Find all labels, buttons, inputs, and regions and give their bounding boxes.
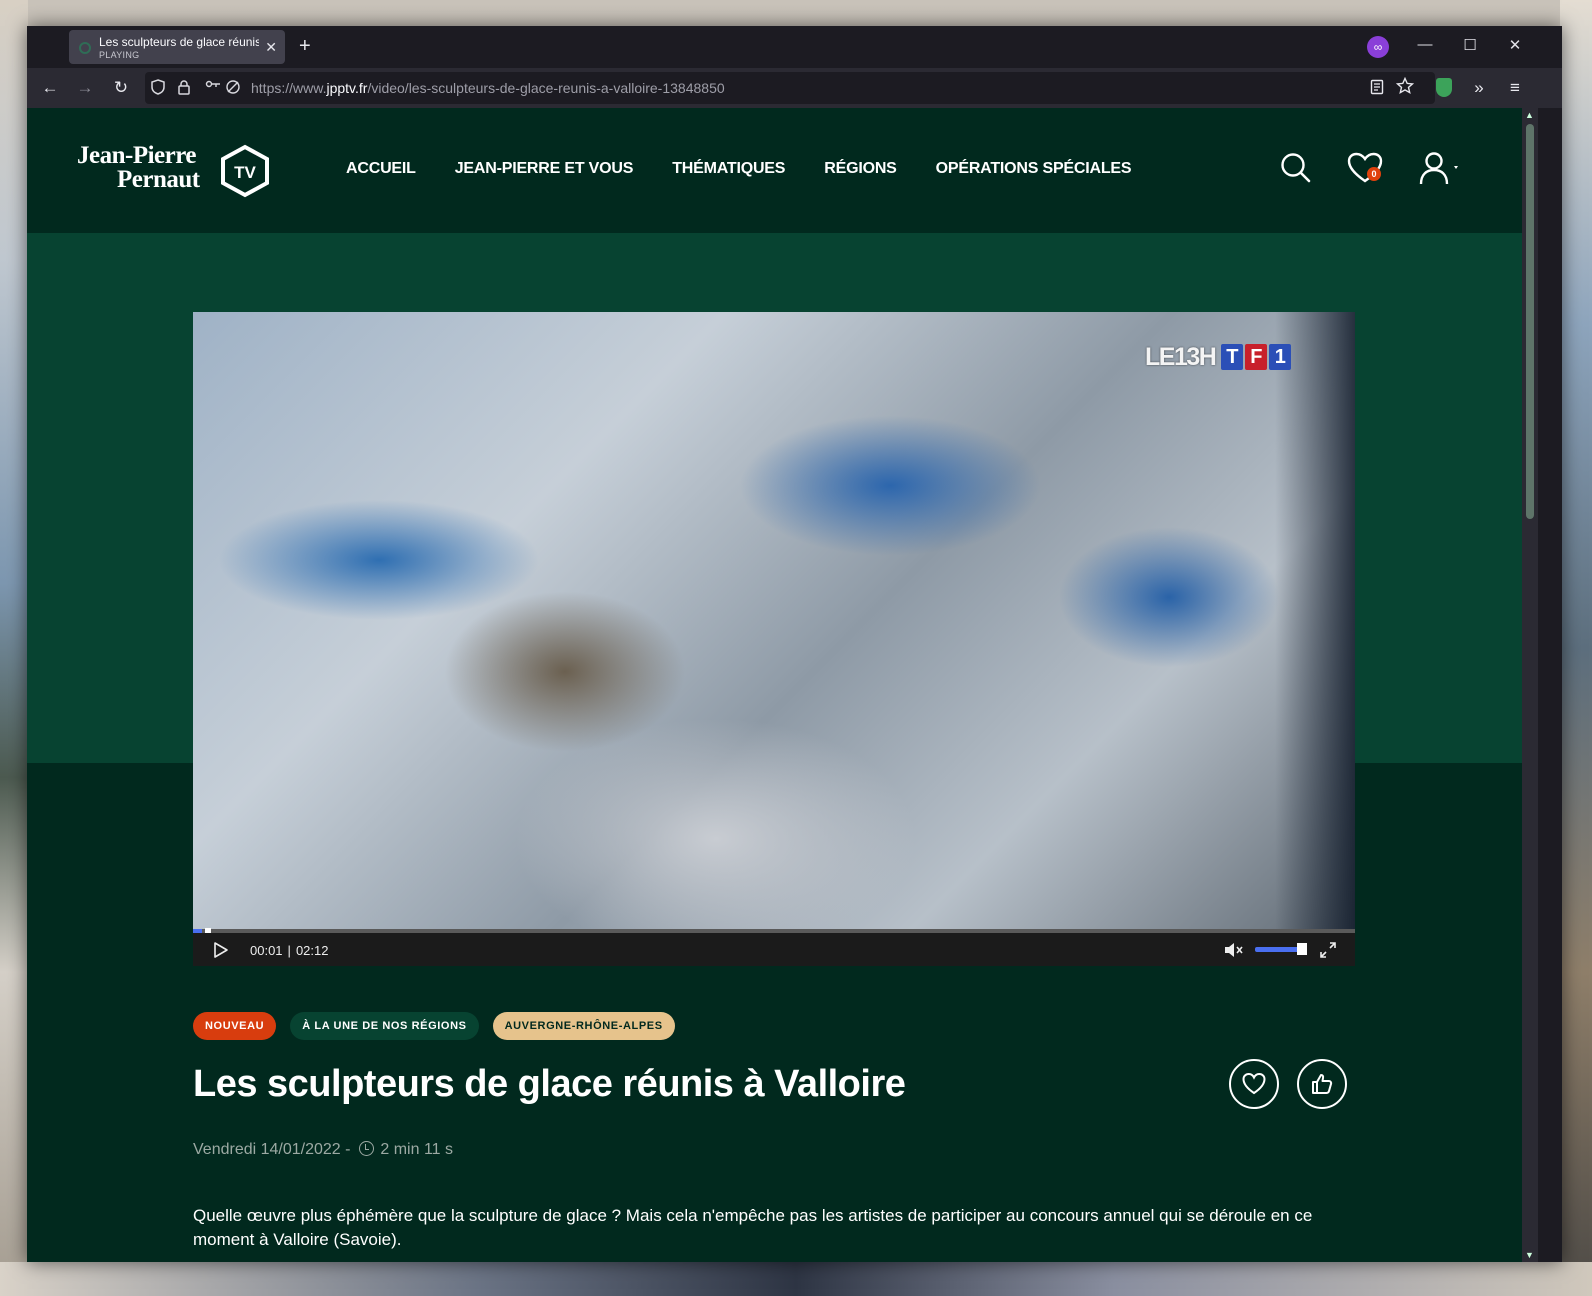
shield-extension-icon[interactable] [1436, 78, 1452, 97]
forward-button[interactable]: → [74, 78, 96, 98]
nav-jean-pierre-et-vous[interactable]: JEAN-PIERRE ET VOUS [455, 160, 634, 178]
tf1-logo: T F 1 [1221, 344, 1292, 370]
tab-close-icon[interactable]: ✕ [265, 39, 277, 56]
tab-playing-label: PLAYING [99, 50, 140, 60]
scrollbar-thumb[interactable] [1526, 124, 1534, 519]
favorites-count-badge: 0 [1367, 167, 1381, 181]
tv-hexagon-icon: TV [221, 144, 269, 198]
broadcaster-logo: LE13H T F 1 [1145, 340, 1292, 374]
volume-handle[interactable] [1296, 943, 1307, 955]
nav-regions[interactable]: RÉGIONS [824, 160, 897, 178]
clock-icon [358, 1141, 374, 1156]
article-title: Les sculpteurs de glace réunis à Valloir… [193, 1063, 906, 1105]
like-button[interactable] [1297, 1059, 1347, 1109]
desktop-background-right [1560, 0, 1592, 1296]
scroll-down-icon[interactable]: ▼ [1525, 1250, 1534, 1260]
hamburger-menu-icon[interactable]: ≡ [1504, 78, 1526, 98]
back-button[interactable]: ← [39, 78, 61, 98]
video-player[interactable]: LE13H T F 1 00:01 | 02:12 [193, 312, 1355, 966]
tag-nouveau[interactable]: NOUVEAU [193, 1012, 277, 1040]
account-user-icon[interactable] [1419, 152, 1465, 186]
tab-strip: Les sculpteurs de glace réunis à Valloir… [27, 26, 1562, 68]
logo-line1: Jean-Pierre [77, 142, 196, 169]
video-frame[interactable]: LE13H T F 1 [193, 312, 1355, 932]
show-logo-text: LE13H [1145, 342, 1217, 371]
loading-favicon-icon [79, 42, 91, 54]
add-favorite-button[interactable] [1229, 1059, 1279, 1109]
desktop-background-left [0, 0, 28, 1296]
active-tab[interactable]: Les sculpteurs de glace réunis à Valloir… [69, 30, 285, 64]
bookmark-star-icon[interactable] [1394, 76, 1416, 100]
current-time: 00:01 [250, 943, 283, 958]
tag-region[interactable]: AUVERGNE-RHÔNE-ALPES [492, 1012, 675, 1040]
web-page: Jean-Pierre Pernaut TV ACCUEIL JEAN-PIER… [27, 108, 1522, 1262]
navigation-toolbar: ← → ↻ https://www.jpptv.fr/video/les-scu… [27, 68, 1562, 108]
publish-date: Vendredi 14/01/2022 - [193, 1141, 351, 1158]
site-header: Jean-Pierre Pernaut TV ACCUEIL JEAN-PIER… [27, 108, 1522, 233]
volume-icon[interactable] [1223, 941, 1243, 959]
nav-operations-speciales[interactable]: OPÉRATIONS SPÉCIALES [936, 160, 1132, 178]
nav-accueil[interactable]: ACCUEIL [346, 160, 416, 178]
thumbs-up-icon [1312, 1074, 1333, 1094]
tab-title: Les sculpteurs de glace réunis à Valloir… [99, 35, 259, 49]
fullscreen-icon[interactable] [1319, 941, 1337, 959]
play-icon[interactable] [213, 941, 229, 959]
logo-badge: TV [234, 163, 256, 182]
heart-icon [1242, 1072, 1266, 1095]
nav-thematiques[interactable]: THÉMATIQUES [672, 160, 785, 178]
desktop-background-bottom [0, 1262, 1592, 1296]
tag-a-la-une[interactable]: À LA UNE DE NOS RÉGIONS [290, 1012, 479, 1040]
time-display: 00:01 | 02:12 [250, 943, 329, 958]
lock-icon[interactable] [177, 79, 191, 98]
autoplay-blocked-icon[interactable] [225, 79, 241, 98]
video-duration: 2 min 11 s [380, 1141, 453, 1158]
logo-line2: Pernaut [117, 166, 200, 193]
main-navigation: ACCUEIL JEAN-PIERRE ET VOUS THÉMATIQUES … [346, 160, 1132, 178]
browser-window: Les sculpteurs de glace réunis à Valloir… [27, 26, 1562, 1262]
scroll-up-icon[interactable]: ▲ [1525, 110, 1534, 120]
total-duration: 02:12 [295, 943, 329, 958]
tracking-shield-icon[interactable] [151, 79, 165, 98]
jpptv-logo[interactable]: Jean-Pierre Pernaut TV [77, 142, 277, 200]
reload-button[interactable]: ↻ [110, 78, 132, 98]
maximize-button[interactable]: ☐ [1460, 36, 1480, 54]
minimize-button[interactable]: — [1415, 36, 1435, 53]
reader-view-icon[interactable] [1366, 79, 1388, 100]
new-tab-button[interactable]: + [299, 35, 311, 58]
close-window-button[interactable]: ✕ [1505, 36, 1525, 54]
overflow-chevrons-icon[interactable]: » [1468, 78, 1490, 98]
address-bar[interactable]: https://www.jpptv.fr/video/les-sculpteur… [145, 72, 1435, 104]
page-scrollbar[interactable]: ▲ ▼ [1522, 108, 1538, 1262]
private-mask-icon[interactable]: ∞ [1367, 36, 1389, 58]
search-icon[interactable] [1280, 152, 1312, 184]
article-body: Quelle œuvre plus éphémère que la sculpt… [193, 1206, 1313, 1249]
url-text[interactable]: https://www.jpptv.fr/video/les-sculpteur… [251, 80, 725, 96]
article-tags: NOUVEAU À LA UNE DE NOS RÉGIONS AUVERGNE… [193, 1012, 675, 1040]
player-controls: 00:01 | 02:12 [193, 933, 1355, 966]
permissions-icon[interactable] [205, 79, 221, 96]
article-meta: Vendredi 14/01/2022 - 2 min 11 s [193, 1141, 453, 1159]
